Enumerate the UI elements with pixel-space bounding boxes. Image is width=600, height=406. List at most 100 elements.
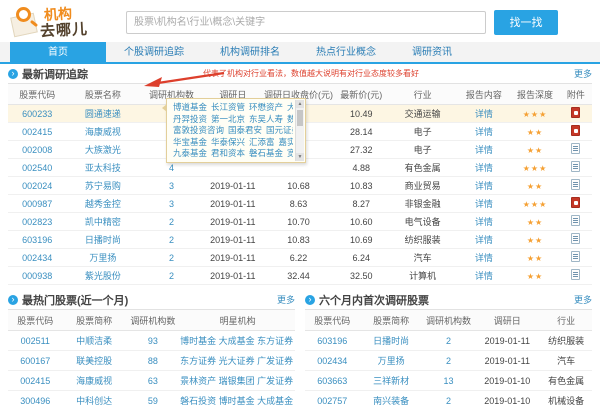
tooltip-scrollbar[interactable]: ▲ ▼ [295,100,304,161]
stock-code-link[interactable]: 600167 [20,356,50,366]
stock-code-link[interactable]: 002511 [21,336,50,346]
stock-code-link[interactable]: 600233 [22,109,52,119]
fund-link[interactable]: 博道基金 [173,102,207,112]
report-detail-link[interactable]: 详情 [475,181,493,191]
fund-link[interactable]: 国泰君安 [228,125,262,135]
fund-link[interactable]: 富敦投资咨询 [173,125,224,135]
stock-code-link[interactable]: 002415 [22,127,52,137]
fund-link[interactable]: 华泰保兴 [211,137,245,147]
attachment-file-icon[interactable] [571,215,580,226]
stock-code-link[interactable]: 002757 [317,396,347,406]
report-detail-link[interactable]: 详情 [475,145,493,155]
scroll-down-icon[interactable]: ▼ [296,153,304,161]
stock-code-link[interactable]: 000987 [22,199,52,209]
fund-link[interactable]: 汇添富 [249,137,275,147]
more-link[interactable]: 更多 [574,67,592,80]
stock-code-link[interactable]: 000938 [22,271,52,281]
more-link[interactable]: 更多 [574,293,592,306]
institution-count-link[interactable]: 2 [446,336,451,346]
stock-name-link[interactable]: 海康威视 [85,127,121,137]
star-institutions-links[interactable]: 博时基金 大成基金 东方证券 [180,336,293,346]
stock-name-link[interactable]: 圆通速递 [85,109,121,119]
fund-link[interactable]: 嘉实基金 [279,137,293,147]
attachment-file-icon[interactable] [571,179,580,190]
attachment-file-icon[interactable] [571,125,580,136]
fund-link[interactable]: 长江资管 [211,102,245,112]
stock-name-link[interactable]: 万里扬 [378,356,405,366]
attachment-file-icon[interactable] [571,251,580,262]
search-input[interactable] [126,11,486,34]
institution-count-link[interactable]: 88 [148,356,158,366]
star-institutions-links[interactable]: 景林资产 瑞银集团 广发证券 [180,376,293,386]
fund-link[interactable]: 华宝基金 [173,137,207,147]
scroll-thumb[interactable] [297,110,303,126]
stock-name-link[interactable]: 苏宁易购 [85,181,121,191]
stock-name-link[interactable]: 凯中精密 [85,217,121,227]
fund-link[interactable]: 数富资管 [287,114,293,124]
stock-name-link[interactable]: 联美控股 [76,356,112,366]
stock-code-link[interactable]: 002823 [22,217,52,227]
institution-count-link[interactable]: 13 [443,376,453,386]
institution-count-link[interactable]: 4 [169,163,174,173]
stock-code-link[interactable]: 002540 [22,163,52,173]
fund-link[interactable]: 东吴人寿 [249,114,283,124]
fund-link[interactable]: 君和资本 [211,148,245,158]
institution-count-link[interactable]: 2 [169,217,174,227]
fund-link[interactable]: 环懋资产 [249,102,283,112]
stock-name-link[interactable]: 紫光股份 [85,271,121,281]
search-button[interactable]: 找一找 [494,10,558,35]
report-detail-link[interactable]: 详情 [475,235,493,245]
attachment-file-icon[interactable] [571,269,580,280]
institution-count-link[interactable]: 2 [169,271,174,281]
stock-code-link[interactable]: 002434 [22,253,52,263]
institution-count-link[interactable]: 59 [148,396,158,406]
stock-name-link[interactable]: 海康威视 [76,376,112,386]
institution-count-link[interactable]: 93 [148,336,158,346]
stock-name-link[interactable]: 中科创达 [76,396,112,406]
stock-name-link[interactable]: 亚太科技 [85,163,121,173]
stock-code-link[interactable]: 603196 [317,336,347,346]
attachment-file-icon[interactable] [571,143,580,154]
stock-name-link[interactable]: 越秀金控 [85,199,121,209]
institution-count-link[interactable]: 3 [169,181,174,191]
fund-link[interactable]: 宽远资管 [287,148,293,158]
nav-tab[interactable]: 调研资讯 [394,42,470,62]
fund-link[interactable]: 丹羿投资 [173,114,207,124]
fund-link[interactable]: 大成基金 [287,102,293,112]
stock-code-link[interactable]: 603663 [317,376,347,386]
institution-count-link[interactable]: 2 [169,235,174,245]
nav-tab[interactable]: 机构调研排名 [202,42,298,62]
attachment-file-icon[interactable] [571,233,580,244]
report-detail-link[interactable]: 详情 [475,199,493,209]
stock-name-link[interactable]: 日播时尚 [373,336,409,346]
fund-link[interactable]: 磐石基金 [249,148,283,158]
stock-code-link[interactable]: 603196 [22,235,52,245]
stock-code-link[interactable]: 002008 [22,145,52,155]
fund-link[interactable]: 第一北京 [211,114,245,124]
report-detail-link[interactable]: 详情 [475,217,493,227]
report-detail-link[interactable]: 详情 [475,163,493,173]
institution-count-link[interactable]: 63 [148,376,158,386]
attachment-file-icon[interactable] [571,161,580,172]
stock-name-link[interactable]: 三祥新材 [373,376,409,386]
more-link[interactable]: 更多 [277,293,295,306]
stock-name-link[interactable]: 南兴装备 [373,396,409,406]
nav-tab[interactable]: 热点行业概念 [298,42,394,62]
nav-tab[interactable]: 首页 [10,42,106,62]
scroll-up-icon[interactable]: ▲ [296,100,304,108]
stock-code-link[interactable]: 002434 [317,356,347,366]
attachment-file-icon[interactable] [571,197,580,208]
attachment-file-icon[interactable] [571,107,580,118]
star-institutions-links[interactable]: 磐石投资 博时基金 大成基金 [180,396,293,406]
fund-link[interactable]: 国元证券 [266,125,293,135]
fund-link[interactable]: 九泰基金 [173,148,207,158]
site-logo[interactable]: 机构 去哪儿 [10,3,112,41]
institution-count-link[interactable]: 2 [446,396,451,406]
report-detail-link[interactable]: 详情 [475,271,493,281]
institution-count-link[interactable]: 2 [169,253,174,263]
stock-name-link[interactable]: 大族激光 [85,145,121,155]
stock-name-link[interactable]: 万里扬 [89,253,116,263]
institution-count-link[interactable]: 2 [446,356,451,366]
report-detail-link[interactable]: 详情 [475,109,493,119]
report-detail-link[interactable]: 详情 [475,127,493,137]
